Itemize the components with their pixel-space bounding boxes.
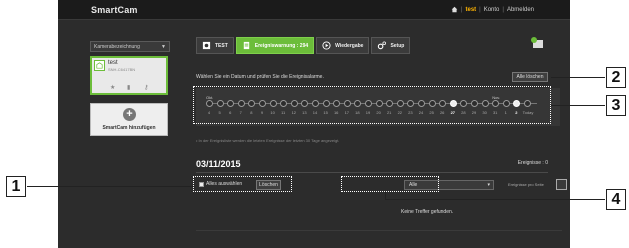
callout-leader	[385, 199, 605, 200]
no-results-message: Keine Treffer gefunden.	[401, 209, 454, 215]
tab-label: Wiedergabe	[335, 42, 364, 49]
alert-icon	[243, 41, 249, 50]
home-icon[interactable]	[451, 6, 458, 13]
select-delete-highlight	[193, 176, 292, 192]
tab-label: Setup	[390, 42, 405, 49]
tab-label: Ereigniswarnung : 294	[254, 42, 309, 49]
page-size-buttons	[556, 179, 570, 190]
message-badge-icon[interactable]	[530, 36, 544, 50]
camera-actions: ★ ▮ ⚷	[110, 85, 151, 91]
smartcam-app: SmartCam | test | Konto | Abmelden Kamer…	[58, 0, 570, 248]
star-icon[interactable]: ★	[110, 85, 117, 91]
divider	[196, 172, 548, 173]
top-bar: SmartCam | test | Konto | Abmelden	[58, 0, 570, 20]
separator: |	[479, 6, 481, 13]
gear-icon	[378, 41, 387, 50]
chevron-down-icon: ▾	[487, 182, 490, 188]
sort-select-value: Kamerabezeichnung	[94, 44, 140, 50]
tab-setup[interactable]: Setup	[371, 37, 411, 54]
separator: |	[460, 6, 463, 13]
tab-event-alert[interactable]: Ereigniswarnung : 294	[235, 37, 315, 54]
camera-id: SNH-C6417BN	[108, 67, 136, 72]
callout-2: 2	[606, 67, 626, 88]
page-size-option[interactable]	[556, 179, 567, 190]
callout-leader	[27, 186, 193, 187]
key-icon[interactable]: ⚷	[144, 85, 151, 91]
add-smartcam-label: SmartCam hinzufügen	[102, 125, 156, 131]
delete-all-button[interactable]: Alle löschen	[512, 72, 548, 82]
divider	[196, 230, 562, 231]
selected-date: 03/11/2015	[196, 159, 241, 169]
callout-leader	[385, 192, 386, 199]
callout-leader	[551, 105, 605, 106]
top-nav: | test | Konto | Abmelden	[451, 6, 534, 13]
callout-3: 3	[606, 95, 626, 116]
camera-name: test	[108, 60, 118, 66]
tab-bar: TEST Ereigniswarnung : 294 Wiedergabe Se…	[196, 37, 411, 54]
filter-highlight	[341, 176, 439, 192]
tab-playback[interactable]: Wiedergabe	[316, 37, 370, 54]
events-per-page-label: Ereignisse pro Seite	[508, 182, 544, 187]
tab-camera[interactable]: TEST	[196, 37, 234, 54]
add-smartcam-button[interactable]: + SmartCam hinzufügen	[90, 103, 168, 136]
tab-label: TEST	[215, 42, 228, 49]
callout-4: 4	[606, 189, 626, 210]
event-count: Ereignisse : 0	[517, 160, 548, 166]
camera-card[interactable]: test SNH-C6417BN ★ ▮ ⚷	[90, 56, 168, 95]
smartcam-logo[interactable]: SmartCam	[91, 5, 138, 15]
camera-icon	[202, 41, 211, 50]
konto-link[interactable]: Konto	[484, 7, 500, 13]
info-note: • In der Ereignisliste werden die letzte…	[196, 138, 340, 143]
instruction-text: Wählen Sie ein Datum und prüfen Sie die …	[196, 74, 324, 80]
chevron-down-icon: ▼	[161, 44, 166, 50]
timeline-highlight	[193, 86, 551, 124]
trash-icon[interactable]: ▮	[127, 85, 134, 91]
user-link[interactable]: test	[465, 7, 476, 13]
callout-leader	[551, 77, 605, 78]
separator: |	[502, 6, 504, 13]
sort-select[interactable]: Kamerabezeichnung ▼	[90, 41, 170, 52]
logout-link[interactable]: Abmelden	[507, 7, 534, 13]
plus-icon: +	[123, 108, 136, 121]
camera-thumbnail-icon	[94, 60, 105, 71]
play-icon	[322, 41, 331, 50]
callout-1: 1	[6, 176, 26, 197]
